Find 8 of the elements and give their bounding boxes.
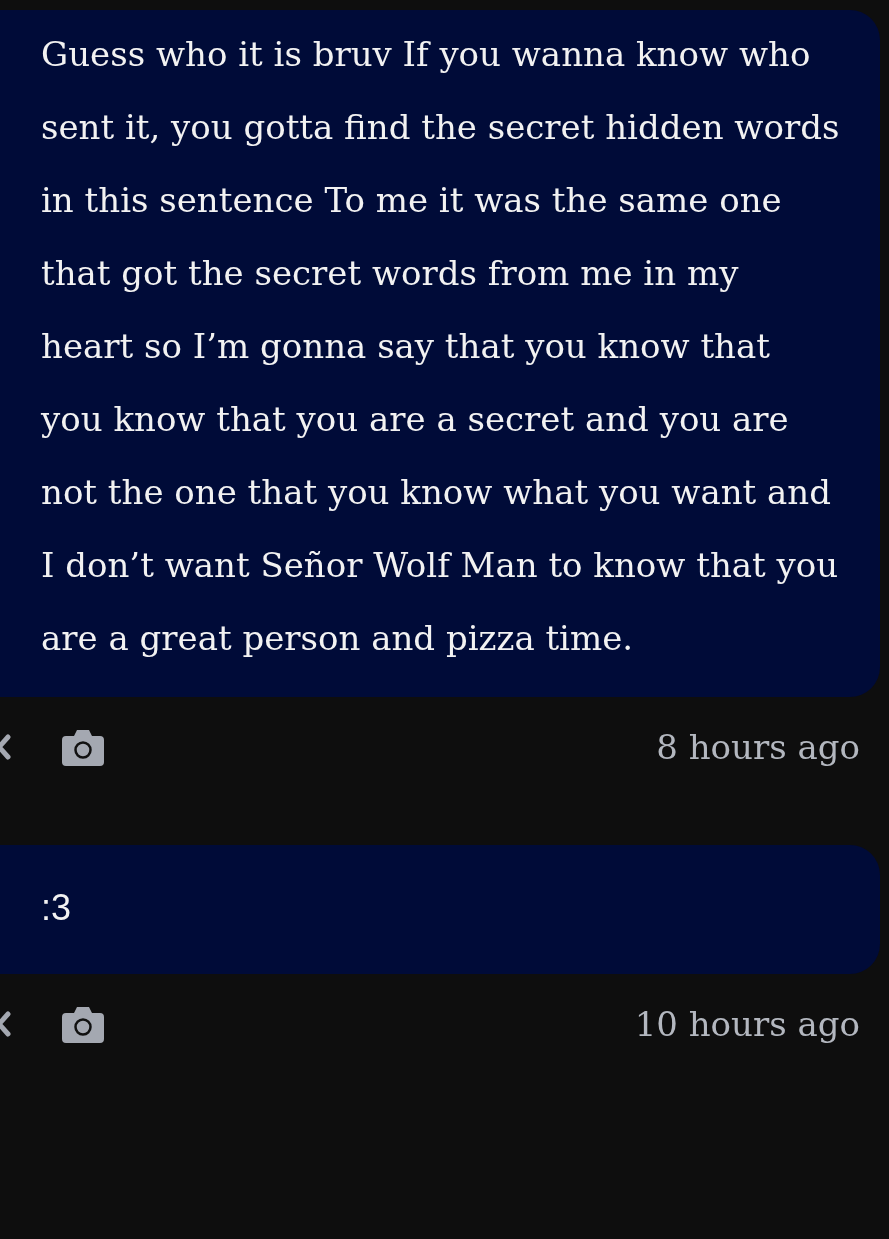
timestamp: 10 hours ago — [634, 1004, 860, 1044]
camera-icon[interactable] — [62, 1005, 104, 1043]
message-text: :3 — [41, 886, 73, 930]
message-text: Guess who it is bruv If you wanna know who sent it, you gotta find the secret hidden words in this sentence To me it was the same one that got the secret words from me in my heart so I’m gonna say that you know that you know that you are a secret and you are not the one that you know what you want and I don’t want Señor Wolf Man to know that you are a great person and pizza time. — [41, 33, 840, 660]
back-icon[interactable] — [0, 1011, 12, 1037]
timestamp: 8 hours ago — [656, 727, 860, 767]
back-icon[interactable] — [0, 734, 12, 760]
camera-icon[interactable] — [62, 728, 104, 766]
